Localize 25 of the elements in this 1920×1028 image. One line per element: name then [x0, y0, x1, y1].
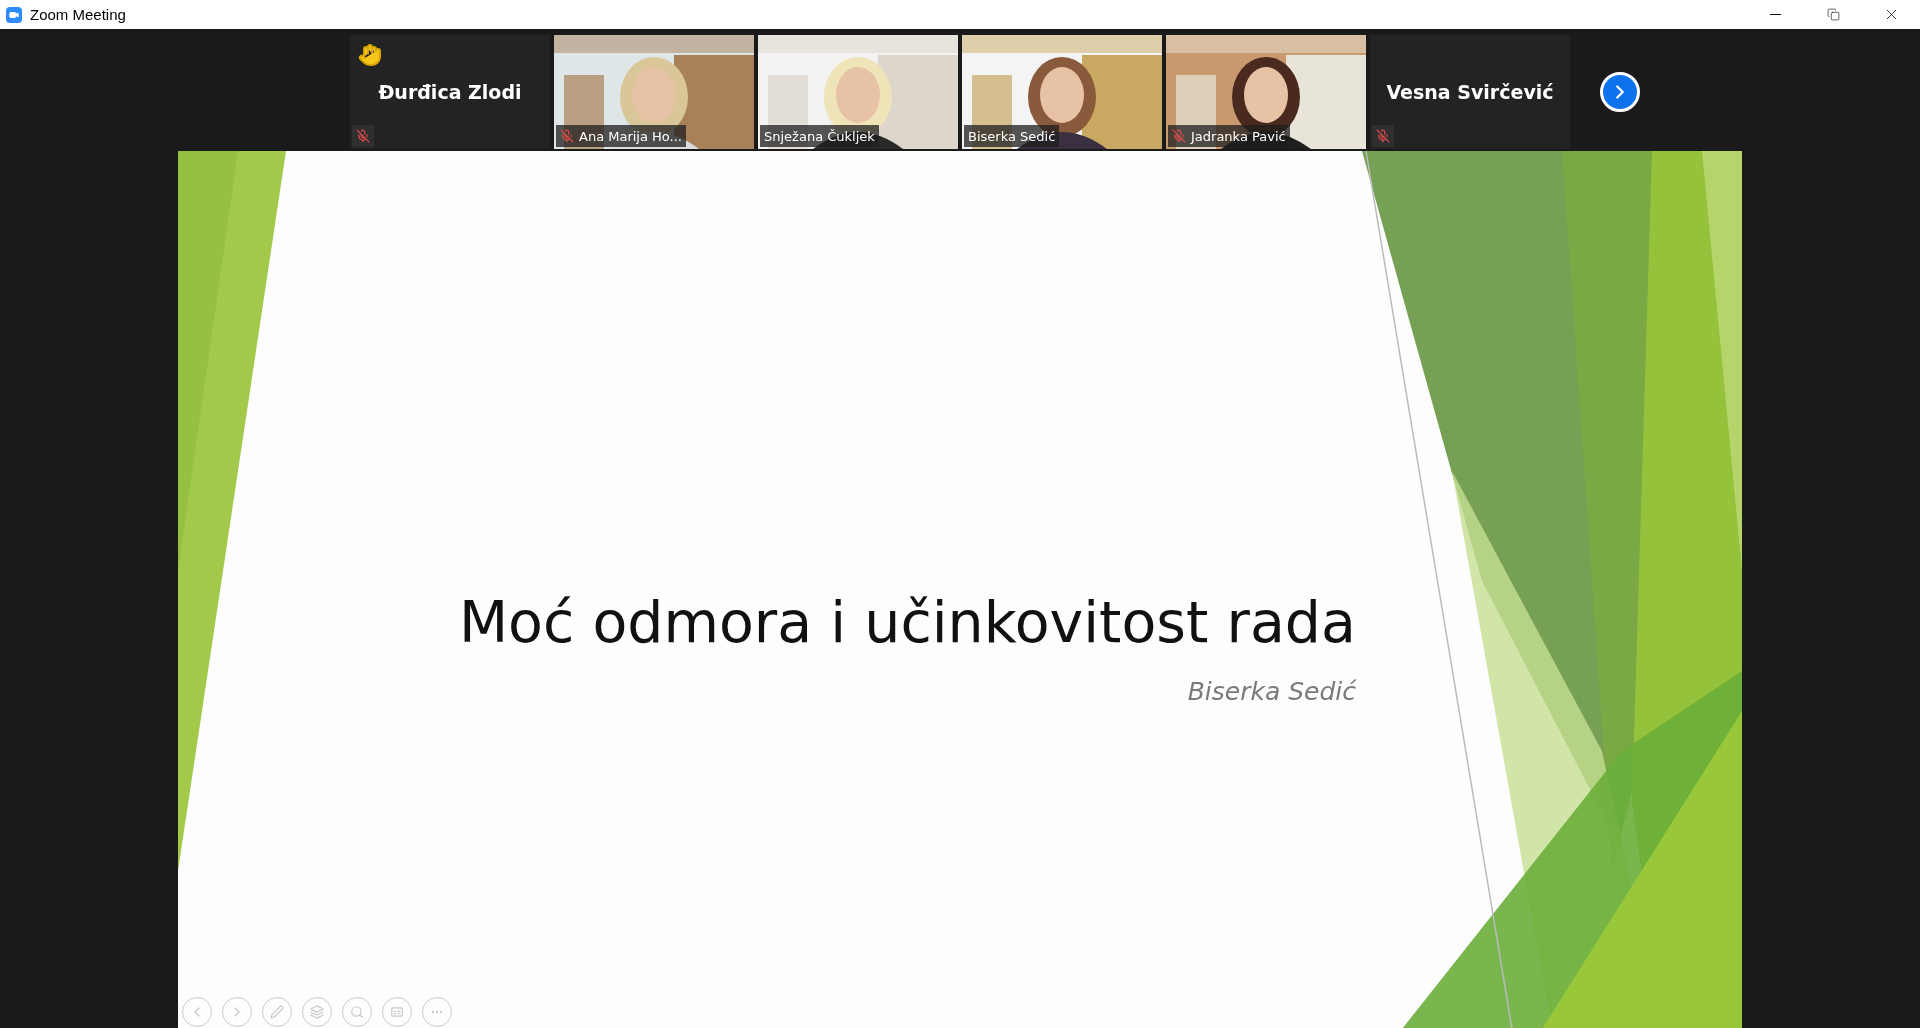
participant-tile[interactable]: Đurđica Zlodi: [350, 35, 550, 149]
video-tile[interactable]: Jadranka Pavić: [1166, 35, 1366, 149]
pen-icon: [270, 1005, 284, 1019]
video-tile[interactable]: Biserka Sedić: [962, 35, 1162, 149]
name-label: Ana Marija Ho...: [556, 125, 686, 147]
participant-name: Vesna Svirčević: [1386, 81, 1554, 103]
video-tile[interactable]: Snježana Čukljek: [758, 35, 958, 149]
name-label: Snježana Čukljek: [760, 125, 879, 147]
layers-icon: [310, 1005, 324, 1019]
muted-mic-icon: [560, 129, 574, 143]
search-icon: [350, 1005, 364, 1019]
restore-icon: [1826, 8, 1840, 21]
subtitles-icon: [390, 1005, 404, 1019]
slide-subtitle: Biserka Sedić: [1187, 677, 1356, 706]
muted-mic-icon: [1172, 129, 1186, 143]
next-page-button[interactable]: [1600, 72, 1640, 112]
app-logo-icon: [6, 6, 22, 23]
video-tile[interactable]: Ana Marija Ho...: [554, 35, 754, 149]
name-label: Jadranka Pavić: [1168, 125, 1290, 147]
participant-tile[interactable]: Vesna Svirčević: [1370, 35, 1570, 149]
name-label: Biserka Sedić: [964, 125, 1060, 147]
minimize-icon: [1769, 14, 1781, 15]
window-title: Zoom Meeting: [30, 6, 127, 23]
slide-title: Moć odmora i učinkovitost rada: [458, 589, 1356, 655]
participant-name: Đurđica Zlodi: [378, 81, 522, 103]
